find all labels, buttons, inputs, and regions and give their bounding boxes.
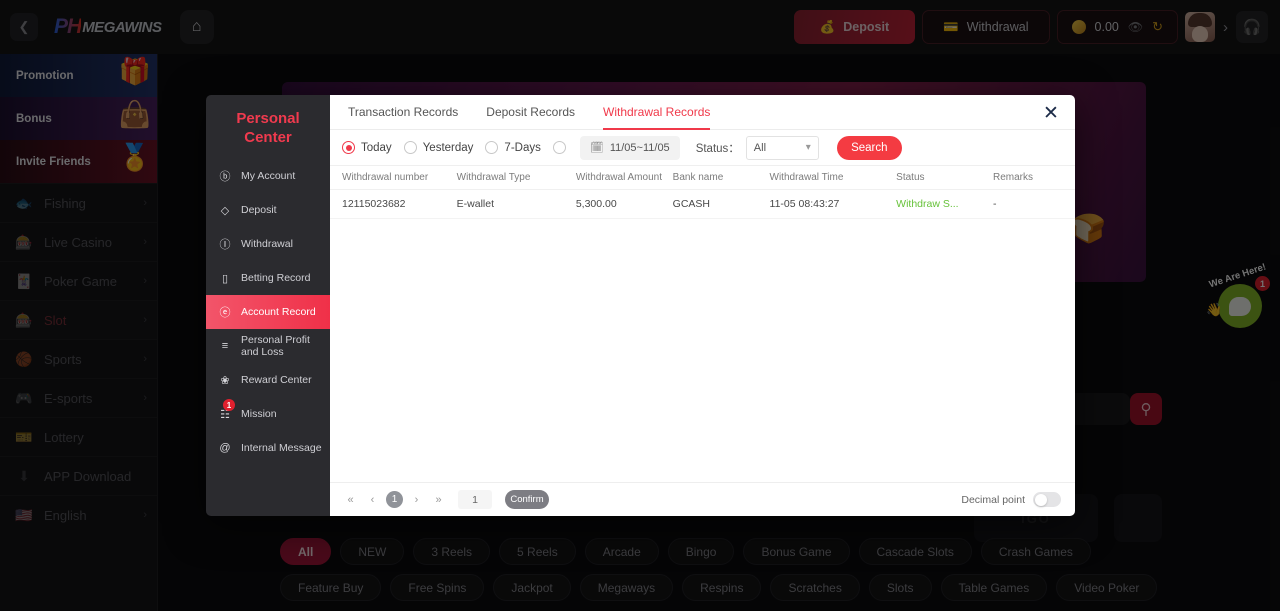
cell-amount: 5,300.00 <box>575 189 673 219</box>
table-column-header: Bank name <box>672 166 770 190</box>
decimal-point-setting: Decimal point <box>961 492 1061 507</box>
pagination-last-button[interactable]: » <box>430 491 447 508</box>
search-button[interactable]: Search <box>836 135 902 160</box>
cell-number: 12115023682 <box>330 189 457 219</box>
pc-menu-item-mission[interactable]: 1 ☷ Mission <box>206 397 330 431</box>
date-range-value: 11/05~11/05 <box>609 141 670 154</box>
radio-icon[interactable] <box>342 141 355 154</box>
clipboard-icon: ▯ <box>221 272 229 285</box>
account-icon: ⓑ <box>219 171 231 183</box>
radio-label: 7-Days <box>504 141 541 154</box>
confirm-button[interactable]: Confirm <box>505 490 549 509</box>
page-title: Personal Center <box>206 103 330 159</box>
close-icon[interactable]: ✕ <box>1041 103 1061 123</box>
table-footer: « ‹ 1 › » 1 Confirm Decimal point <box>330 482 1075 516</box>
tab-deposit-records[interactable]: Deposit Records <box>486 95 575 130</box>
app-root: 🎁 ✨ 🎉 🦁 🍞 🎁 ⚲ IGO AllNEW3 Reels5 ReelsAr… <box>0 0 1280 611</box>
pc-menu-item-reward-center[interactable]: ❀ Reward Center <box>206 363 330 397</box>
pc-menu-item-label: Account Record <box>241 306 316 318</box>
table-column-header: Withdrawal Time <box>769 166 897 190</box>
personal-center-modal: Personal Center ⓑ My Account ◇ Deposit Ⓘ With… <box>206 95 1075 516</box>
pc-menu-item-deposit[interactable]: ◇ Deposit <box>206 193 330 227</box>
table-column-header: Withdrawal Type <box>456 166 576 190</box>
pc-menu-item-label: My Account <box>241 170 296 182</box>
table-header-row: Withdrawal number Withdrawal Type Withdraw… <box>330 166 1075 190</box>
pc-menu-item-label: Deposit <box>241 204 277 216</box>
pagination-current-page[interactable]: 1 <box>386 491 403 508</box>
pagination-prev-button[interactable]: ‹ <box>364 491 381 508</box>
pc-menu-item-personal-profit-and-loss[interactable]: ≡ Personal Profit and Loss <box>206 329 330 363</box>
radio-label: Yesterday <box>422 141 474 154</box>
pc-menu-item-betting-record[interactable]: ▯ Betting Record <box>206 261 330 295</box>
withdrawal-icon: Ⓘ <box>219 239 231 251</box>
pc-menu-item-label: Internal Message <box>241 442 322 454</box>
table-column-header: Status <box>896 166 993 190</box>
pagination-first-button[interactable]: « <box>342 491 359 508</box>
date-radio-option[interactable]: 7-Days <box>485 141 541 154</box>
cell-time: 11-05 08:43:27 <box>769 189 897 219</box>
personal-center-content: Transaction Records Deposit Records Withdr… <box>330 95 1075 516</box>
radio-label: Today <box>361 141 392 154</box>
page-title-line2: Center <box>244 129 292 146</box>
table-column-header: Withdrawal Amount <box>575 166 673 190</box>
pc-menu-item-withdrawal[interactable]: Ⓘ Withdrawal <box>206 227 330 261</box>
account-record-icon: ⓔ <box>219 307 231 319</box>
status-select[interactable]: All ▾ <box>745 135 819 160</box>
chevron-down-icon: ▾ <box>805 142 811 153</box>
page-number-input[interactable]: 1 <box>458 490 492 509</box>
pc-menu-item-my-account[interactable]: ⓑ My Account <box>206 159 330 193</box>
pagination: « ‹ 1 › » 1 Confirm <box>342 490 549 509</box>
pc-menu-item-label: Withdrawal <box>241 238 293 250</box>
pc-menu-item-label: Mission <box>241 408 277 420</box>
decimal-point-label: Decimal point <box>961 493 1025 506</box>
table-body: 12115023682 E-wallet 5,300.00 GCASH 11-05 08… <box>330 189 1075 219</box>
pc-menu-item-internal-message[interactable]: @ Internal Message <box>206 431 330 465</box>
menu-badge: 1 <box>223 399 235 411</box>
tab-transaction-records[interactable]: Transaction Records <box>348 95 458 130</box>
cell-remarks: - <box>993 189 1075 219</box>
date-radio-option[interactable]: Yesterday <box>403 141 474 154</box>
records-table-wrapper: Withdrawal number Withdrawal Type Withdraw… <box>330 166 1075 482</box>
filter-row: Today Yesterday 7-Days 🗓 11/05~11/05 Statu… <box>330 130 1075 166</box>
radio-icon[interactable] <box>485 141 499 154</box>
page-title-line1: Personal <box>236 110 300 127</box>
cell-status: Withdraw S... <box>896 189 993 219</box>
pc-menu-item-label: Personal Profit and Loss <box>241 334 310 358</box>
decimal-point-toggle[interactable] <box>1033 492 1061 507</box>
date-radio-option[interactable] <box>552 141 566 154</box>
reward-icon: ❀ <box>220 374 230 387</box>
radio-icon[interactable] <box>403 141 417 154</box>
pc-menu-item-label: Betting Record <box>241 272 311 284</box>
withdrawal-records-table: Withdrawal number Withdrawal Type Withdraw… <box>330 166 1075 219</box>
deposit-icon: ◇ <box>220 204 230 217</box>
cell-type: E-wallet <box>456 189 576 219</box>
status-select-value: All <box>753 141 767 154</box>
calendar-icon: 🗓 <box>589 142 604 154</box>
personal-center-menu: ⓑ My Account ◇ Deposit Ⓘ Withdrawal ▯ Betting R… <box>206 159 330 465</box>
pc-menu-item-label: Reward Center <box>241 374 312 386</box>
table-column-header: Withdrawal number <box>330 166 457 190</box>
pc-menu-item-account-record[interactable]: ⓔ Account Record <box>206 295 330 329</box>
date-range-picker[interactable]: 🗓 11/05~11/05 <box>579 135 680 160</box>
status-label: Status： <box>695 142 740 155</box>
tab-withdrawal-records[interactable]: Withdrawal Records <box>603 95 711 130</box>
personal-center-sidebar: Personal Center ⓑ My Account ◇ Deposit Ⓘ With… <box>206 95 330 516</box>
date-radio-option[interactable]: Today <box>342 141 392 154</box>
profit-loss-icon: ≡ <box>221 340 229 352</box>
pagination-next-button[interactable]: › <box>408 491 425 508</box>
date-range-radio-group: Today Yesterday 7-Days <box>342 141 578 154</box>
table-column-header: Remarks <box>993 166 1075 190</box>
at-icon: @ <box>219 442 231 454</box>
radio-icon[interactable] <box>552 141 566 154</box>
cell-bank: GCASH <box>672 189 770 219</box>
records-tab-bar: Transaction Records Deposit Records Withdr… <box>330 95 1075 130</box>
table-row[interactable]: 12115023682 E-wallet 5,300.00 GCASH 11-05 08… <box>330 189 1075 219</box>
